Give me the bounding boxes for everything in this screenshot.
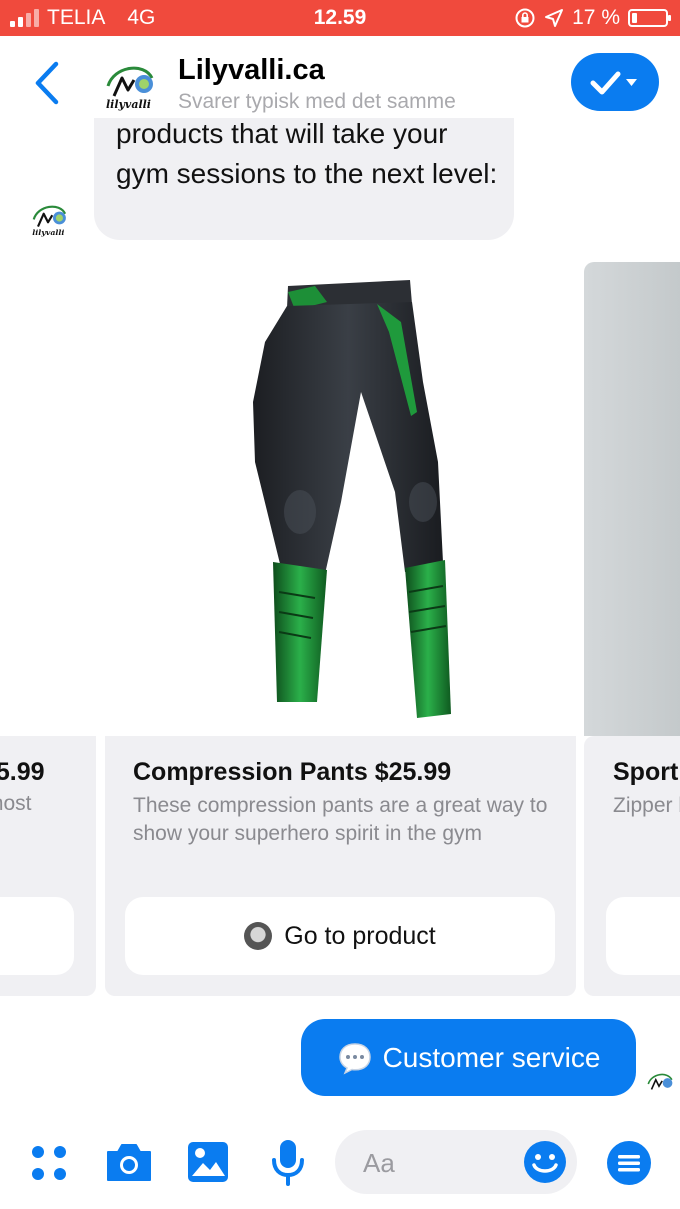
message-input[interactable] (361, 1144, 515, 1182)
status-right: 17 % (514, 6, 671, 30)
read-receipt-avatar-icon (647, 1073, 673, 1090)
prev-card-desc: most (0, 792, 32, 815)
emoji-icon[interactable] (523, 1140, 567, 1184)
next-product-image[interactable] (584, 262, 680, 736)
response-time-subtitle: Svarer typisk med det samme (178, 90, 456, 113)
product-description: These compression pants are a great way … (133, 794, 548, 845)
rotation-lock-icon (515, 8, 535, 28)
compression-pants-image (253, 280, 451, 718)
next-card-title: Sport (613, 758, 679, 786)
svg-text:lilyvalli: lilyvalli (32, 228, 64, 237)
carousel-card-previous[interactable]: 45.99 most (0, 736, 96, 996)
battery-percent: 17 % (572, 6, 620, 29)
message-composer[interactable] (335, 1130, 577, 1194)
customer-service-button[interactable]: Customer service (301, 1019, 636, 1096)
microphone-icon[interactable] (270, 1138, 306, 1188)
page-title[interactable]: Lilyvalli.ca (178, 54, 325, 87)
next-card-desc: Zipper bodyb (613, 794, 680, 817)
apps-icon[interactable] (28, 1142, 70, 1184)
sender-avatar-icon: lilyvalli (32, 205, 67, 237)
chat-header: lilyvalli Lilyvalli.ca Svarer typisk med… (0, 36, 680, 130)
location-arrow-icon (545, 9, 564, 27)
lilyvalli-logo-icon[interactable]: lilyvalli (100, 56, 156, 112)
camera-icon[interactable] (104, 1140, 154, 1184)
chevron-left-icon[interactable] (30, 60, 64, 106)
carousel-card-next[interactable]: Sport Zipper bodyb (584, 736, 680, 996)
battery-icon (628, 9, 671, 27)
svg-text:lilyvalli: lilyvalli (106, 98, 151, 111)
check-dropdown-icon (590, 71, 637, 95)
menu-icon[interactable] (606, 1140, 652, 1186)
go-to-product-label: Go to product (284, 921, 436, 950)
prev-card-button[interactable] (0, 897, 74, 975)
message-text: products that will take your gym session… (116, 118, 498, 189)
status-bar: TELIA 4G 12.59 17 % (0, 0, 680, 36)
radio-dot-icon (244, 922, 273, 950)
next-card-button[interactable] (606, 897, 680, 975)
product-title: Compression Pants $25.99 (133, 758, 452, 786)
composer-toolbar (0, 1118, 680, 1209)
prev-card-title: 45.99 (0, 758, 45, 786)
image-icon[interactable] (186, 1140, 230, 1184)
message-bubble: products that will take your gym session… (94, 118, 514, 240)
product-card: Compression Pants $25.99 These compressi… (105, 736, 576, 996)
speech-bubble-icon (338, 1042, 371, 1075)
product-image[interactable] (105, 262, 575, 736)
check-dropdown-button[interactable] (571, 53, 659, 111)
go-to-product-button[interactable]: Go to product (125, 897, 555, 975)
customer-service-label: Customer service (382, 1041, 601, 1073)
